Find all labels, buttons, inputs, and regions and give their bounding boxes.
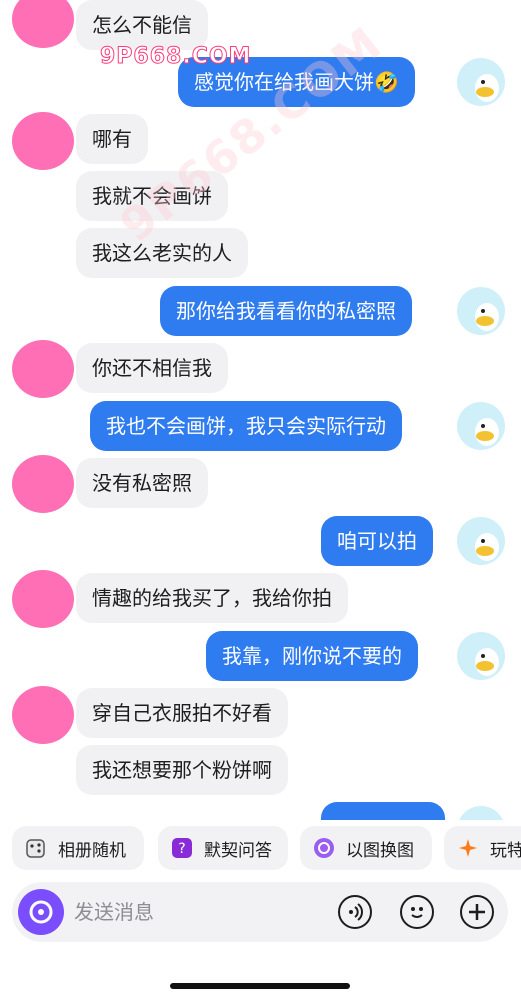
swap-image-icon [312, 836, 336, 860]
message-composer: 发送消息 [12, 882, 508, 942]
home-indicator [170, 983, 350, 989]
emoji-icon[interactable] [400, 895, 434, 929]
chip-label: 相册随机 [58, 840, 126, 861]
contact-avatar[interactable] [12, 112, 74, 170]
incoming-message[interactable]: 穿自己衣服拍不好看 [76, 688, 288, 738]
incoming-message[interactable]: 情趣的给我买了，我给你拍 [76, 573, 348, 623]
quick-actions-bar: 相册随机 ? 默契问答 以图换图 玩特 [0, 826, 521, 870]
chat-history: 怎么不能信 感觉你在给我画大饼🤣 哪有 我就不会画饼 我这么老实的人 那你给我看… [0, 0, 521, 820]
chip-label: 默契问答 [204, 840, 272, 861]
message-input[interactable]: 发送消息 [74, 882, 324, 942]
contact-avatar[interactable] [12, 686, 74, 744]
outgoing-message[interactable]: 那你给我看看你的私密照 [160, 286, 412, 336]
incoming-message[interactable]: 我还想要那个粉饼啊 [76, 745, 288, 795]
quick-action-play[interactable]: 玩特 [444, 826, 521, 870]
my-avatar[interactable] [457, 58, 505, 106]
penguin-icon [475, 418, 499, 446]
penguin-icon [475, 303, 499, 331]
svg-text:?: ? [178, 841, 185, 857]
add-icon[interactable] [460, 895, 494, 929]
incoming-message[interactable]: 哪有 [76, 114, 148, 164]
penguin-icon [475, 533, 499, 561]
chip-label: 玩特 [490, 840, 521, 861]
quick-action-swap-image[interactable]: 以图换图 [300, 826, 432, 870]
contact-avatar[interactable] [12, 340, 74, 398]
incoming-message[interactable]: 你还不相信我 [76, 343, 228, 393]
my-avatar[interactable] [457, 632, 505, 680]
my-avatar[interactable] [457, 402, 505, 450]
contact-avatar[interactable] [12, 570, 74, 628]
penguin-icon [475, 648, 499, 676]
dice-icon [24, 836, 48, 860]
contact-avatar[interactable] [12, 0, 74, 48]
my-avatar[interactable] [457, 287, 505, 335]
question-icon: ? [170, 836, 194, 860]
my-avatar[interactable] [457, 517, 505, 565]
outgoing-message[interactable]: 咱可以拍 [321, 516, 433, 566]
contact-avatar[interactable] [12, 455, 74, 513]
camera-icon[interactable] [18, 889, 64, 935]
outgoing-message[interactable] [321, 802, 445, 820]
chip-label: 以图换图 [346, 840, 414, 861]
incoming-message[interactable]: 怎么不能信 [76, 0, 208, 50]
voice-icon[interactable] [338, 895, 372, 929]
quick-action-album-random[interactable]: 相册随机 [12, 826, 144, 870]
quick-action-qa[interactable]: ? 默契问答 [158, 826, 288, 870]
sparkle-icon [456, 836, 480, 860]
watermark: 9P668.COM [99, 44, 252, 70]
incoming-message[interactable]: 没有私密照 [76, 458, 208, 508]
penguin-icon [475, 74, 499, 102]
outgoing-message[interactable]: 我靠，刚你说不要的 [206, 631, 418, 681]
my-avatar[interactable] [457, 806, 505, 820]
outgoing-message[interactable]: 我也不会画饼，我只会实际行动 [90, 401, 402, 451]
